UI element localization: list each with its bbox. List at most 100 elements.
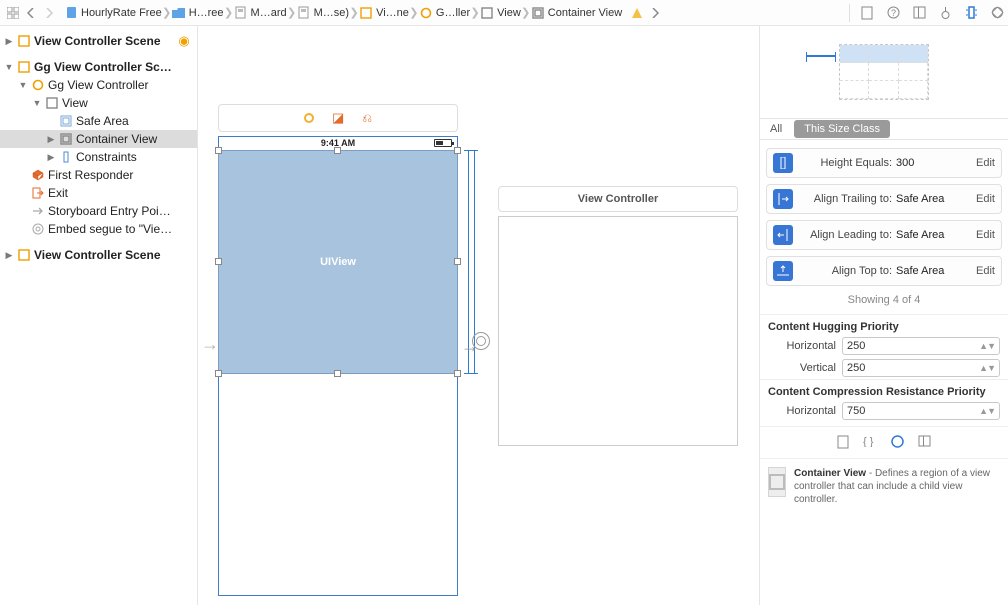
stepper-icon[interactable]: ▲▼: [979, 406, 995, 416]
scene-icon: [359, 6, 373, 20]
outline-scene-1[interactable]: ▼ Gg View Controller Sc…: [0, 58, 197, 76]
constraint-trailing-icon: [773, 189, 793, 209]
seg-this-size-class[interactable]: This Size Class: [794, 120, 890, 138]
warning-icon[interactable]: [628, 4, 646, 22]
outline-exit[interactable]: Exit: [0, 184, 197, 202]
outline-scene-0[interactable]: ▶ View Controller Scene ◉: [0, 32, 197, 50]
resize-handle[interactable]: [215, 370, 222, 377]
exit-icon: [31, 186, 45, 200]
forward-button[interactable]: [40, 4, 58, 22]
interface-builder-canvas[interactable]: ◪ ⎌ → 9:41 AM UIView: [198, 26, 760, 605]
scene-dock[interactable]: ◪ ⎌: [218, 104, 458, 132]
attributes-inspector-icon[interactable]: [938, 6, 952, 20]
stepper-icon[interactable]: ▲▼: [979, 363, 995, 373]
constraint-row[interactable]: Align Leading to: Safe Area Edit: [766, 220, 1002, 250]
hugging-vertical-row: Vertical 250▲▼: [760, 357, 1008, 379]
object-library-icon[interactable]: [891, 435, 904, 452]
stepper-icon[interactable]: ▲▼: [979, 341, 995, 351]
crumb-scene[interactable]: Vi…ne ❯: [359, 6, 419, 20]
edit-button[interactable]: Edit: [968, 193, 995, 205]
constraint-label: Align Trailing to:: [801, 193, 896, 205]
showing-count: Showing 4 of 4: [760, 290, 1008, 314]
resize-handle[interactable]: [454, 370, 461, 377]
cube-icon: [31, 168, 45, 182]
scene-icon: [17, 34, 31, 48]
outline-scene-2[interactable]: ▶ View Controller Scene: [0, 246, 197, 264]
next-issue-button[interactable]: [646, 4, 664, 22]
constraint-label: Align Top to:: [801, 265, 896, 277]
related-items-icon[interactable]: [4, 4, 22, 22]
controller-icon: [31, 78, 45, 92]
edit-button[interactable]: Edit: [968, 265, 995, 277]
code-snippet-icon[interactable]: { }: [863, 435, 877, 452]
outline-entry-point[interactable]: Storyboard Entry Poi…: [0, 202, 197, 220]
edit-button[interactable]: Edit: [968, 229, 995, 241]
container-view-thumbnail-icon: [768, 467, 786, 497]
document-outline[interactable]: ▶ View Controller Scene ◉ ▼ Gg View Cont…: [0, 26, 198, 605]
resize-handle[interactable]: [215, 147, 222, 154]
resize-handle[interactable]: [454, 147, 461, 154]
view-icon: [45, 96, 59, 110]
file-inspector-icon[interactable]: [860, 6, 874, 20]
outline-safe-area[interactable]: Safe Area: [0, 112, 197, 130]
controller-icon: [304, 113, 314, 123]
constraint-value: Safe Area: [896, 193, 968, 205]
crumb-controller[interactable]: G…ller ❯: [419, 6, 480, 20]
view-icon: [480, 6, 494, 20]
storyboard-icon: [297, 6, 311, 20]
back-button[interactable]: [22, 4, 40, 22]
embed-segue-icon[interactable]: [472, 332, 490, 350]
resize-handle[interactable]: [454, 258, 461, 265]
constraint-top-icon: [773, 261, 793, 281]
svg-text:?: ?: [890, 8, 895, 18]
size-inspector: All This Size Class Height Equals: 300 E…: [760, 26, 1008, 605]
file-template-icon[interactable]: [837, 435, 849, 452]
measure-tick: [470, 150, 478, 151]
child-scene-title[interactable]: View Controller: [498, 186, 738, 212]
crumb-storyboard[interactable]: M…ard ❯: [234, 6, 297, 20]
size-class-preview[interactable]: [760, 26, 1008, 118]
library-tabs: { }: [760, 426, 1008, 458]
identity-inspector-icon[interactable]: [912, 6, 926, 20]
crumb-folder[interactable]: H…ree ❯: [172, 6, 234, 20]
size-inspector-icon[interactable]: [964, 6, 978, 20]
crumb-container-view[interactable]: Container View: [531, 6, 622, 20]
media-library-icon[interactable]: [918, 435, 931, 452]
outline-container-view[interactable]: ▶ Container View: [0, 130, 197, 148]
outline-view[interactable]: ▼ View: [0, 94, 197, 112]
compression-horizontal-input[interactable]: 750▲▼: [842, 402, 1000, 420]
container-view-canvas[interactable]: UIView: [218, 150, 458, 374]
seg-all[interactable]: All: [760, 119, 792, 139]
child-scene-frame[interactable]: [498, 216, 738, 446]
size-class-segmented[interactable]: All This Size Class: [760, 118, 1008, 140]
size-measure-icon: [806, 55, 836, 57]
resize-handle[interactable]: [334, 370, 341, 377]
controller-icon: [419, 6, 433, 20]
constraint-label: Height Equals:: [801, 157, 896, 169]
document-icon: [64, 6, 78, 20]
crumb-project[interactable]: HourlyRate Free ❯: [64, 6, 172, 20]
help-inspector-icon[interactable]: ?: [886, 6, 900, 20]
crumb-base[interactable]: M…se) ❯: [297, 6, 359, 20]
outline-embed-segue[interactable]: Embed segue to "Vie…: [0, 220, 197, 238]
constraint-row[interactable]: Align Top to: Safe Area Edit: [766, 256, 1002, 286]
hugging-horizontal-input[interactable]: 250▲▼: [842, 337, 1000, 355]
scene-icon: [17, 248, 31, 262]
measure-tick: [470, 373, 478, 374]
crumb-view[interactable]: View ❯: [480, 6, 531, 20]
hugging-vertical-input[interactable]: 250▲▼: [842, 359, 1000, 377]
outline-constraints[interactable]: ▶ Constraints: [0, 148, 197, 166]
resize-handle[interactable]: [334, 147, 341, 154]
constraint-row[interactable]: Align Trailing to: Safe Area Edit: [766, 184, 1002, 214]
compression-horizontal-row: Horizontal 750▲▼: [760, 400, 1008, 422]
constraint-height-icon: [773, 153, 793, 173]
constraint-value: 300: [896, 157, 968, 169]
exit-icon: ⎌: [362, 111, 372, 126]
resize-handle[interactable]: [215, 258, 222, 265]
constraint-row[interactable]: Height Equals: 300 Edit: [766, 148, 1002, 178]
outline-first-responder[interactable]: First Responder: [0, 166, 197, 184]
outline-gg-controller[interactable]: ▼ Gg View Controller: [0, 76, 197, 94]
connections-inspector-icon[interactable]: [990, 6, 1004, 20]
edit-button[interactable]: Edit: [968, 157, 995, 169]
segue-icon: [31, 222, 45, 236]
